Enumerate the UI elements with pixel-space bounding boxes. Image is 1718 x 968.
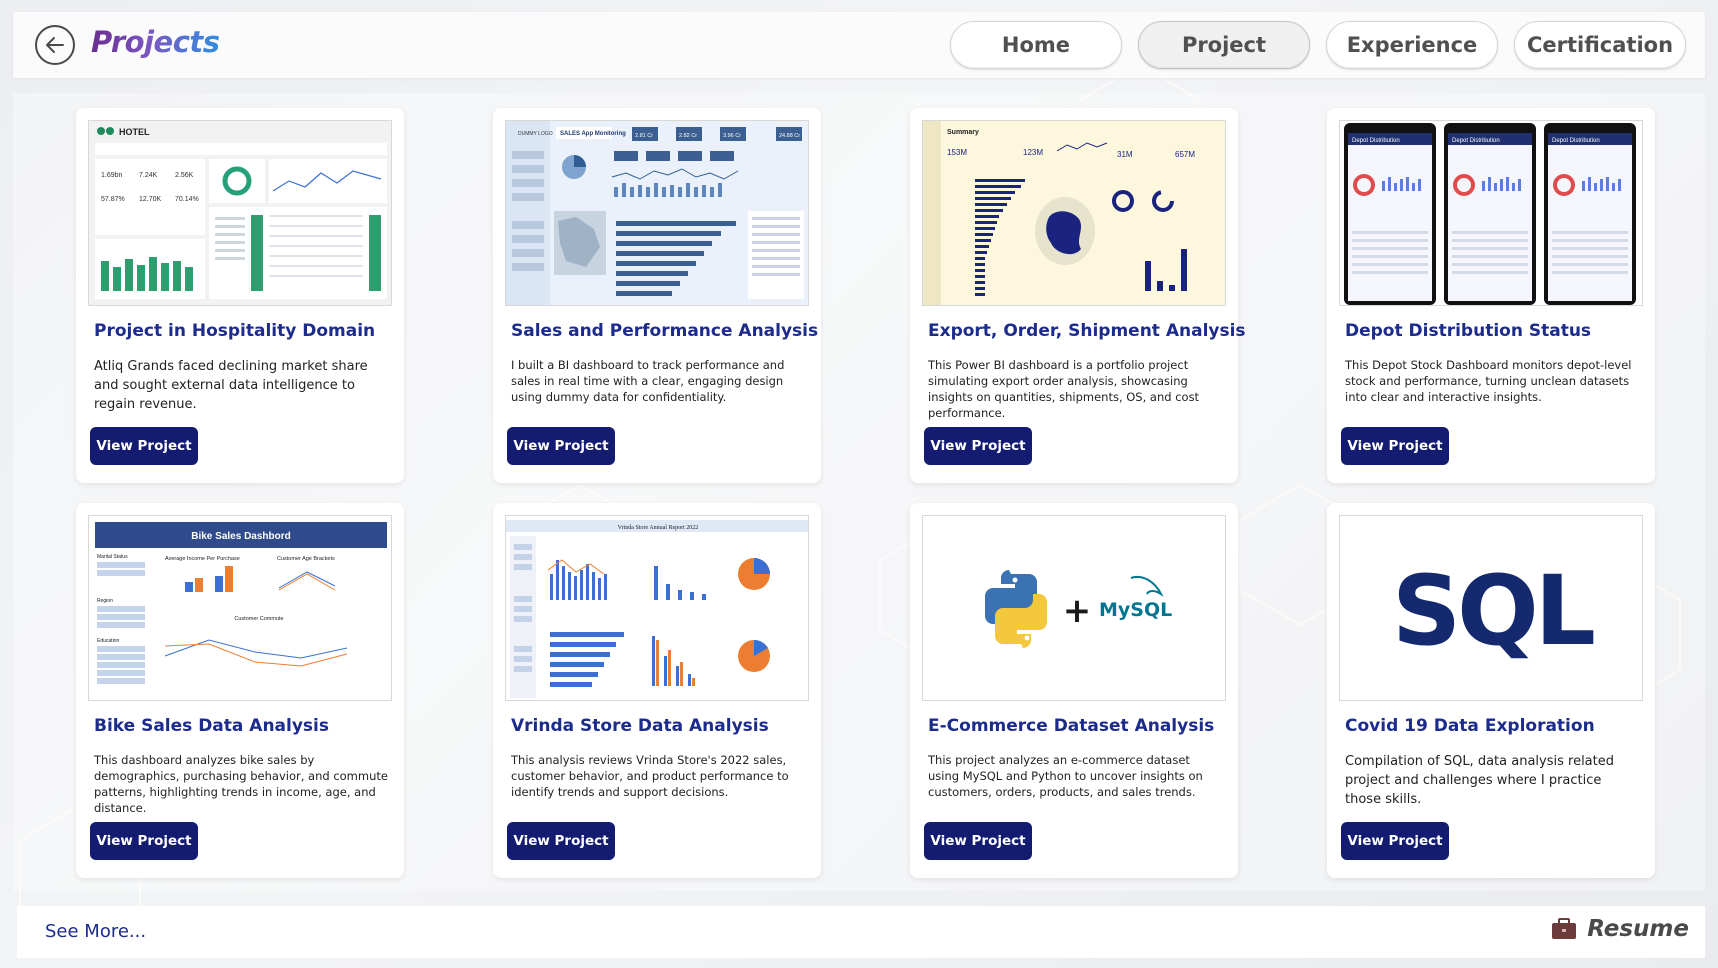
view-project-button[interactable]: View Project [1341, 427, 1449, 465]
sql-logo: SQL [1340, 516, 1642, 700]
svg-text:Summary: Summary [947, 129, 979, 136]
project-thumbnail[interactable]: DUMMY LOGO SALES App Monitoring 2.81 Cr … [505, 120, 809, 306]
python-mysql-logo: + MySQL [923, 516, 1225, 700]
svg-text:SALES App Monitoring: SALES App Monitoring [560, 131, 626, 137]
project-thumbnail[interactable]: + MySQL [922, 515, 1226, 701]
nav-home-button[interactable]: Home [950, 21, 1122, 69]
svg-text:Vrinda Store Annual Report 202: Vrinda Store Annual Report 2022 [618, 525, 699, 531]
project-title: Bike Sales Data Analysis [94, 716, 329, 736]
svg-text:Depot Distribution: Depot Distribution [1352, 138, 1400, 144]
vrinda-dashboard-preview: Vrinda Store Annual Report 2022 [506, 516, 808, 700]
project-card-export: Summary 153M 123M 31M 657M Export, Order… [910, 108, 1246, 483]
view-project-button[interactable]: View Project [507, 822, 615, 860]
svg-text:Region: Region [97, 598, 113, 604]
svg-text:Bike Sales Dashbord: Bike Sales Dashbord [191, 531, 290, 542]
project-thumbnail[interactable]: SQL [1339, 515, 1643, 701]
svg-text:Depot Distribution: Depot Distribution [1552, 138, 1600, 144]
depot-dashboard-preview: Depot Distribution Depot Distribution De… [1340, 121, 1642, 305]
svg-text:2.81 Cr: 2.81 Cr [635, 133, 653, 139]
project-card-hospitality: HOTEL 1.69bn 7.24K 2.56K 57.87% 12.70K 7… [76, 108, 404, 483]
svg-text:MySQL: MySQL [1099, 599, 1172, 621]
svg-text:Average Income Per Purchase: Average Income Per Purchase [165, 556, 240, 562]
project-thumbnail[interactable]: Depot Distribution Depot Distribution De… [1339, 120, 1643, 306]
resume-label: Resume [1587, 916, 1689, 942]
project-card-bike: Bike Sales Dashbord Marital Status Regio… [76, 503, 404, 878]
projects-panel: HOTEL 1.69bn 7.24K 2.56K 57.87% 12.70K 7… [13, 93, 1705, 891]
top-bar: Projects Home Project Experience Certifi… [13, 12, 1705, 78]
svg-text:31M: 31M [1117, 150, 1133, 159]
svg-text:HOTEL: HOTEL [119, 127, 150, 137]
svg-text:2.56K: 2.56K [175, 172, 194, 179]
svg-text:3.96 Cr: 3.96 Cr [723, 133, 741, 139]
svg-text:153M: 153M [947, 148, 967, 157]
project-description: Compilation of SQL, data analysis relate… [1345, 754, 1614, 807]
back-button[interactable] [35, 25, 75, 65]
svg-text:Customer Commute: Customer Commute [234, 616, 283, 622]
footer-bar: See More... Resume [17, 906, 1705, 958]
svg-text:123M: 123M [1023, 148, 1043, 157]
view-project-button[interactable]: View Project [924, 822, 1032, 860]
project-description: Atliq Grands faced declining market shar… [94, 359, 368, 412]
resume-button[interactable]: Resume [1551, 916, 1689, 942]
project-thumbnail[interactable]: Bike Sales Dashbord Marital Status Regio… [88, 515, 392, 701]
view-project-button[interactable]: View Project [924, 427, 1032, 465]
sales-dashboard-preview: DUMMY LOGO SALES App Monitoring 2.81 Cr … [506, 121, 808, 305]
project-card-ecommerce: + MySQL E-Commerce Dataset Analysis This… [910, 503, 1238, 878]
view-project-button[interactable]: View Project [90, 427, 198, 465]
page-title: Projects [91, 25, 220, 59]
svg-text:Education: Education [97, 638, 119, 644]
project-thumbnail[interactable]: Summary 153M 123M 31M 657M [922, 120, 1226, 306]
project-description: This Power BI dashboard is a portfolio p… [928, 358, 1200, 420]
see-more-link[interactable]: See More... [45, 921, 146, 942]
project-title: Export, Order, Shipment Analysis [928, 321, 1246, 341]
project-card-vrinda: Vrinda Store Annual Report 2022 Vrinda S… [493, 503, 821, 878]
export-dashboard-preview: Summary 153M 123M 31M 657M [923, 121, 1225, 305]
svg-text:57.87%: 57.87% [101, 196, 125, 203]
svg-text:12.70K: 12.70K [139, 196, 162, 203]
project-description: This Depot Stock Dashboard monitors depo… [1345, 358, 1632, 404]
svg-text:SQL: SQL [1392, 555, 1594, 667]
bike-dashboard-preview: Bike Sales Dashbord Marital Status Regio… [89, 516, 391, 700]
project-thumbnail[interactable]: Vrinda Store Annual Report 2022 [505, 515, 809, 701]
svg-text:Marital Status: Marital Status [97, 554, 128, 560]
view-project-button[interactable]: View Project [1341, 822, 1449, 860]
view-project-button[interactable]: View Project [507, 427, 615, 465]
svg-text:Customer Age Brackets: Customer Age Brackets [277, 556, 335, 562]
arrow-left-icon [46, 37, 64, 53]
project-description: This dashboard analyzes bike sales by de… [94, 753, 388, 815]
svg-text:DUMMY LOGO: DUMMY LOGO [518, 131, 553, 137]
project-description: This analysis reviews Vrinda Store's 202… [511, 753, 789, 799]
project-title: Covid 19 Data Exploration [1345, 716, 1595, 736]
project-card-depot: Depot Distribution Depot Distribution De… [1327, 108, 1655, 483]
project-description: I built a BI dashboard to track performa… [511, 358, 785, 404]
svg-text:24.88 Cr: 24.88 Cr [779, 133, 800, 139]
svg-text:+: + [1063, 591, 1092, 631]
svg-text:1.69bn: 1.69bn [101, 172, 123, 179]
nav-project-button[interactable]: Project [1138, 21, 1310, 69]
project-title: Depot Distribution Status [1345, 321, 1592, 341]
nav-certification-button[interactable]: Certification [1514, 21, 1686, 69]
main-nav: Home Project Experience Certification [950, 21, 1686, 69]
project-title: E-Commerce Dataset Analysis [928, 716, 1215, 736]
svg-text:Depot Distribution: Depot Distribution [1452, 138, 1500, 144]
project-thumbnail[interactable]: HOTEL 1.69bn 7.24K 2.56K 57.87% 12.70K 7… [88, 120, 392, 306]
svg-text:657M: 657M [1175, 150, 1195, 159]
svg-text:7.24K: 7.24K [139, 172, 158, 179]
project-card-covid: SQL Covid 19 Data Exploration Compilatio… [1327, 503, 1655, 878]
view-project-button[interactable]: View Project [90, 822, 198, 860]
svg-text:2.82 Cr: 2.82 Cr [679, 133, 697, 139]
hotel-dashboard-preview: HOTEL 1.69bn 7.24K 2.56K 57.87% 12.70K 7… [89, 121, 391, 305]
project-description: This project analyzes an e-commerce data… [928, 753, 1203, 799]
project-title: Vrinda Store Data Analysis [511, 716, 769, 736]
project-title: Project in Hospitality Domain [94, 321, 376, 341]
nav-experience-button[interactable]: Experience [1326, 21, 1498, 69]
svg-text:70.14%: 70.14% [175, 196, 199, 203]
briefcase-icon [1552, 918, 1577, 939]
project-title: Sales and Performance Analysis [511, 321, 819, 341]
project-card-sales: DUMMY LOGO SALES App Monitoring 2.81 Cr … [493, 108, 821, 483]
